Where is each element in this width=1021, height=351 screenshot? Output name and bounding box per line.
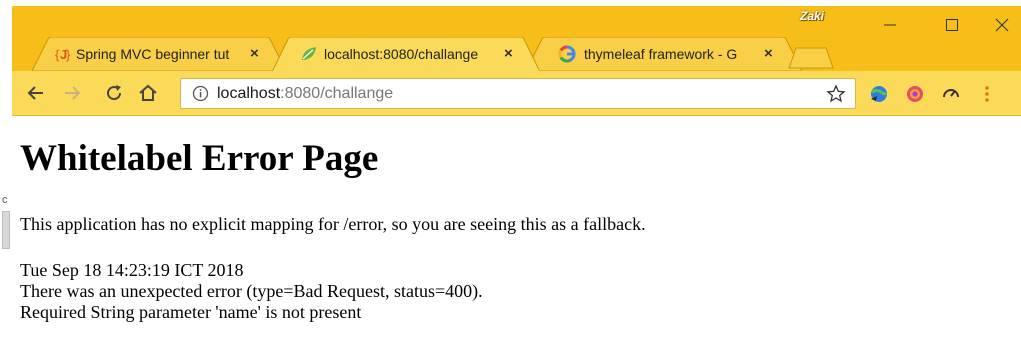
tab-title: Spring MVC beginner tut — [76, 46, 230, 62]
profile-name[interactable]: Zaki — [800, 9, 824, 23]
google-g-icon — [558, 45, 576, 63]
tab-close-button[interactable]: × — [250, 45, 259, 63]
error-details: Tue Sep 18 14:23:19 ICT 2018 There was a… — [20, 260, 483, 323]
maximize-icon — [946, 19, 958, 31]
tab-strip: { J } Spring MVC beginner tut × thymelea… — [12, 6, 1021, 72]
minimize-icon — [884, 24, 896, 26]
error-detail-message: Required String parameter 'name' is not … — [20, 302, 362, 322]
bookmark-star-icon[interactable] — [826, 84, 846, 104]
reload-icon — [107, 85, 122, 101]
download-manager-extension[interactable] — [868, 83, 890, 105]
kebab-menu-icon — [985, 86, 989, 102]
maximize-button[interactable] — [921, 6, 983, 44]
background-window-glyph: c — [2, 194, 8, 206]
tab-close-button[interactable]: × — [764, 45, 773, 63]
error-timestamp: Tue Sep 18 14:23:19 ICT 2018 — [20, 260, 244, 280]
tab-title: thymeleaf framework - G — [584, 46, 738, 62]
back-button[interactable] — [24, 81, 48, 105]
error-explanation: This application has no explicit mapping… — [20, 214, 646, 234]
page-heading: Whitelabel Error Page — [20, 138, 379, 179]
speed-extension[interactable] — [940, 83, 962, 105]
chrome-extension[interactable] — [904, 83, 926, 105]
forward-button[interactable] — [60, 81, 84, 105]
jetbrains-j-icon: { J } — [54, 45, 72, 63]
browser-toolbar: localhost:8080/challange — [12, 71, 1021, 116]
tab-title: localhost:8080/challange — [324, 46, 479, 62]
background-window-control — [2, 211, 10, 249]
close-icon — [995, 18, 1009, 32]
error-type-status: There was an unexpected error (type=Bad … — [20, 281, 483, 301]
close-window-button[interactable] — [983, 6, 1021, 44]
url-host: localhost — [217, 85, 281, 102]
page-content: Whitelabel Error Page This application h… — [12, 117, 1021, 351]
tab-spring-mvc[interactable]: { J } Spring MVC beginner tut × — [32, 37, 286, 71]
globe-download-icon — [871, 86, 888, 102]
svg-text:}: } — [66, 47, 71, 62]
address-url[interactable]: localhost:8080/challange — [217, 85, 393, 103]
swirl-extension-icon — [907, 86, 923, 102]
chrome-menu-button[interactable] — [976, 83, 998, 105]
tab-localhost-active[interactable]: localhost:8080/challange × — [272, 37, 540, 72]
reload-button[interactable] — [102, 81, 126, 105]
browser-window: { J } Spring MVC beginner tut × thymelea… — [12, 6, 1021, 351]
forward-arrow-icon — [65, 86, 81, 100]
speedometer-icon — [943, 89, 959, 98]
new-tab-button[interactable] — [788, 47, 834, 69]
url-path: :8080/challange — [280, 85, 394, 102]
home-button[interactable] — [136, 81, 160, 105]
spring-leaf-icon — [300, 45, 318, 63]
back-arrow-icon — [27, 86, 43, 100]
home-icon — [139, 84, 157, 101]
background-window: c — [0, 0, 12, 351]
info-icon[interactable] — [192, 85, 209, 102]
tab-thymeleaf[interactable]: thymeleaf framework - G × — [526, 37, 802, 71]
minimize-button[interactable] — [859, 6, 921, 44]
address-bar[interactable]: localhost:8080/challange — [180, 78, 856, 109]
tab-close-button[interactable]: × — [504, 45, 513, 63]
